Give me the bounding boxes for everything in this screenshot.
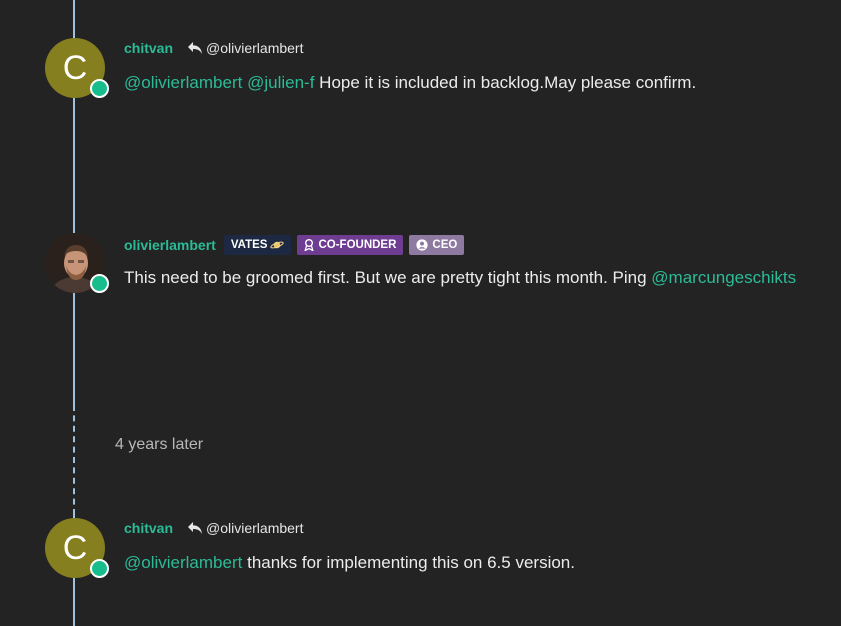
post-content: @olivierlambert @julien-f Hope it is inc…	[124, 73, 696, 93]
post-content: This need to be groomed first. But we ar…	[124, 268, 796, 288]
online-status-dot	[90, 274, 109, 293]
username-link[interactable]: olivierlambert	[124, 237, 216, 253]
reply-icon	[188, 522, 203, 534]
post-header: olivierlambert VATES CO-FOUNDER CEO	[124, 235, 465, 255]
planet-icon	[270, 241, 285, 249]
post-text: thanks for implementing this on 6.5 vers…	[247, 553, 575, 572]
post-text: This need to be groomed first. But we ar…	[124, 268, 647, 287]
online-status-dot	[90, 559, 109, 578]
badge-label: CO-FOUNDER	[318, 239, 397, 251]
award-icon	[304, 239, 315, 251]
badge-co-founder[interactable]: CO-FOUNDER	[297, 235, 404, 255]
username-link[interactable]: chitvan	[124, 40, 173, 56]
post-header: chitvan @olivierlambert	[124, 40, 303, 56]
mention-link[interactable]: @marcungeschikts	[651, 268, 796, 287]
reply-to-username: @olivierlambert	[206, 40, 304, 56]
badge-ceo[interactable]: CEO	[409, 235, 465, 255]
badge-label: CEO	[432, 239, 458, 251]
user-circle-icon	[416, 239, 429, 251]
mention-link[interactable]: @julien-f	[247, 73, 314, 92]
reply-to-link[interactable]: @olivierlambert	[187, 40, 303, 56]
avatar-letter: C	[62, 48, 88, 87]
reply-to-link[interactable]: @olivierlambert	[187, 520, 303, 536]
time-gap-label: 4 years later	[115, 436, 204, 453]
mention-link[interactable]: @olivierlambert	[124, 553, 242, 572]
post-content: @olivierlambert thanks for implementing …	[124, 553, 575, 573]
reply-icon	[188, 42, 203, 54]
post-text: Hope it is included in backlog.May pleas…	[319, 73, 697, 92]
timeline-gap-line	[73, 405, 75, 515]
reply-to-username: @olivierlambert	[206, 520, 304, 536]
online-status-dot	[90, 79, 109, 98]
mention-link[interactable]: @olivierlambert	[124, 73, 242, 92]
post-header: chitvan @olivierlambert	[124, 520, 303, 536]
avatar-letter: C	[62, 528, 88, 567]
badge-label: VATES	[230, 239, 268, 251]
badge-vates[interactable]: VATES	[223, 235, 292, 255]
username-link[interactable]: chitvan	[124, 520, 173, 536]
